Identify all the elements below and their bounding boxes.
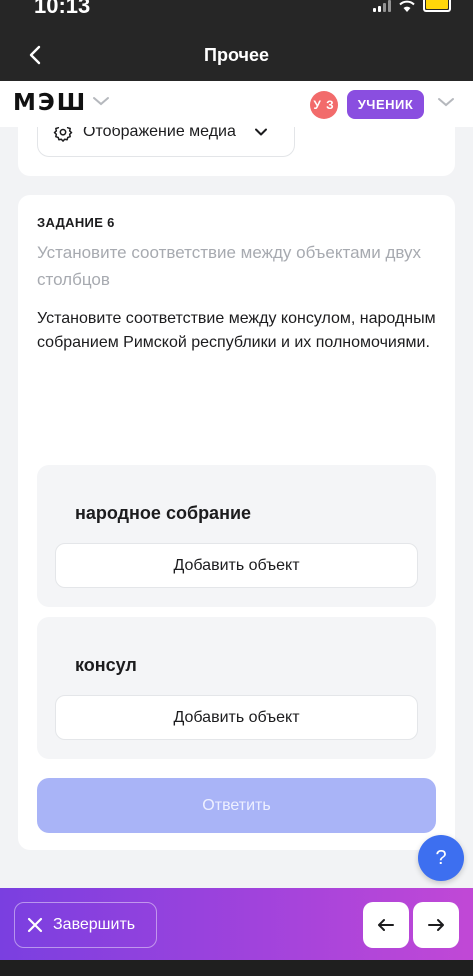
match-group-label: народное собрание [75,503,252,523]
arrow-right-icon [428,919,444,931]
arrow-left-icon [378,919,394,931]
task-hint: Установите соответствие между объектами … [37,243,422,289]
finish-button[interactable]: Завершить [14,902,157,948]
media-display-label: Отображение медиа [83,127,236,140]
mesh-logo[interactable]: МЭШ [13,90,87,116]
nav-bar: Прочее [0,30,473,81]
match-group-consul: консул Добавить объект [37,617,436,759]
avatar[interactable]: У З [310,91,338,119]
answer-button[interactable]: Ответить [37,778,436,833]
close-icon [27,917,43,933]
signal-icon [373,0,391,12]
media-display-button[interactable]: Отображение медиа [37,127,295,157]
role-badge[interactable]: УЧЕНИК [347,90,424,119]
gear-icon [53,127,73,142]
status-time: 10:13 [34,0,91,18]
media-card: Отображение медиа [18,127,455,176]
help-button[interactable]: ? [418,835,464,881]
wifi-icon [399,0,415,12]
status-icons [373,0,451,12]
add-object-button[interactable]: Добавить объект [55,695,418,740]
home-indicator-area [0,960,473,976]
prev-button[interactable] [363,902,409,948]
match-group-label: консул [75,655,137,675]
chevron-down-icon[interactable] [92,95,110,107]
finish-label: Завершить [53,916,136,933]
content-scroll[interactable]: Отображение медиа ЗАДАНИЕ 6 Установите с… [0,127,473,888]
page-title: Прочее [204,45,269,65]
match-group-assembly: народное собрание Добавить объект [37,465,436,607]
task-title: ЗАДАНИЕ 6 [37,215,115,230]
task-card: ЗАДАНИЕ 6 Установите соответствие между … [18,195,455,850]
chevron-down-icon[interactable] [437,96,455,108]
bottom-bar: Завершить [0,888,473,960]
next-button[interactable] [413,902,459,948]
status-bar: 10:13 [0,0,473,30]
chevron-down-icon [254,128,267,135]
add-object-button[interactable]: Добавить объект [55,543,418,588]
app-header: МЭШ У З УЧЕНИК [0,81,473,127]
task-text: Установите соответствие между консулом, … [37,310,436,351]
battery-icon [423,0,451,12]
